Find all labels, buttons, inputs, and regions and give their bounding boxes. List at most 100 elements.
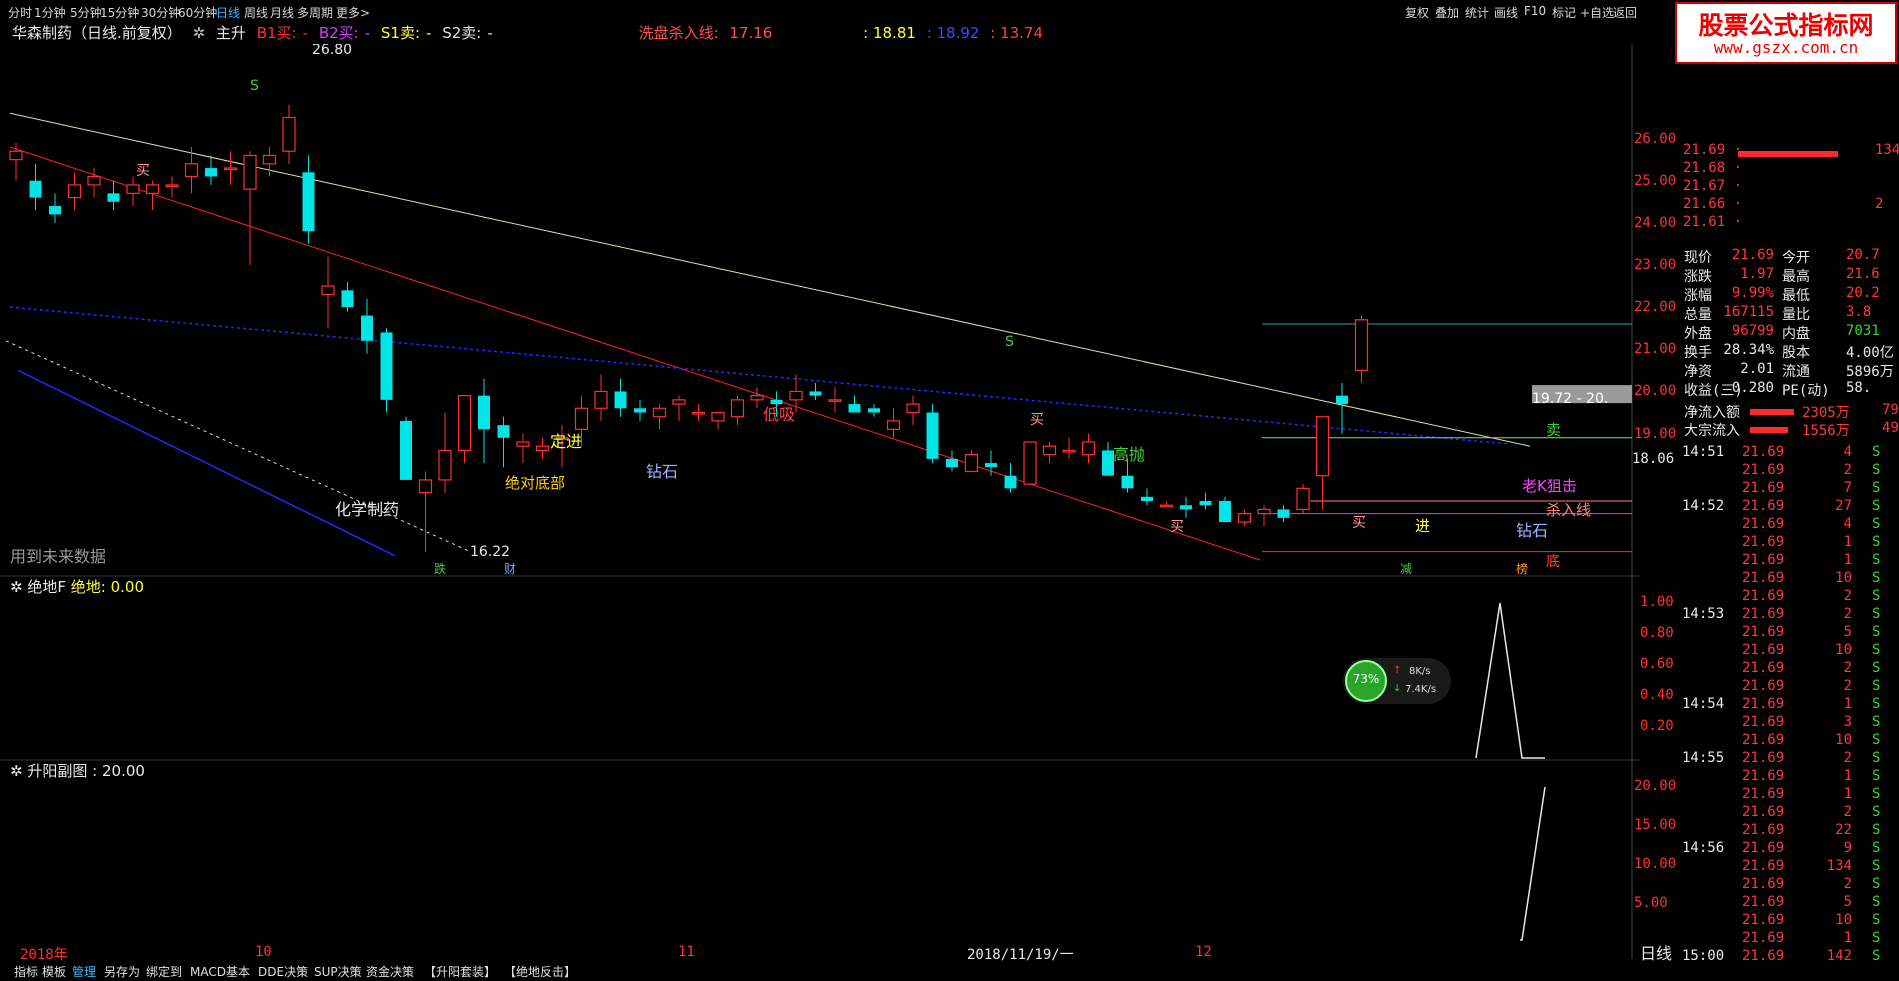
order-price: 21.68 [1683,160,1726,176]
quote-value: 7031 [1846,323,1880,339]
tool-button[interactable]: 画线 [1494,4,1518,21]
network-speed-widget[interactable]: 73% ↑ 8K/s ↓ 7.4K/s [1343,658,1451,704]
tick-price: 21.69 [1742,732,1785,748]
tick-side: S [1872,534,1881,550]
tick-vol: 2 [1843,462,1852,478]
period-tab[interactable]: 30分钟 [141,4,180,21]
buy-signal: 买 [1170,519,1184,535]
period-tab[interactable]: 更多> [336,4,370,21]
indicator-tab[interactable]: 绑定到 [146,963,182,980]
tool-button[interactable]: 返回 [1613,4,1637,21]
absolute-bottom-label: 绝对底部 [505,474,565,492]
tool-button[interactable]: 复权 [1405,4,1429,21]
tick-price: 21.69 [1742,786,1785,802]
indicator-tab[interactable]: 【绝地反击】 [504,963,576,980]
quote-row: 总量 167115 量比 3.8 [1684,304,1899,324]
sub1-tick-label: 0.40 [1640,687,1674,703]
period-tab[interactable]: 月线 [270,4,294,21]
order-vol: 2 [1875,196,1884,212]
quote-value: 96799 [1731,323,1774,339]
period-toolbar: 分时 1分钟 5分钟 15分钟 30分钟 60分钟 日线 周线 月线 多周期 更多> 复权 叠加 统计 画线… [0,0,1899,22]
tick-vol: 22 [1835,822,1852,838]
tool-button[interactable]: 叠加 [1435,4,1459,21]
quote-row: 外盘 96799 内盘 7031 [1684,323,1899,343]
quote-value: 28.34% [1723,342,1774,358]
tick-time: 14:56 [1682,840,1725,856]
order-volume-bar [1738,151,1838,157]
tick-row: 14:53 21.69 2 S [1682,606,1880,622]
order-price: 21.67 [1683,178,1726,194]
tick-vol: 5 [1843,624,1852,640]
settings-icon[interactable]: ✲ [10,578,27,596]
period-tab[interactable]: 日线 [216,4,240,21]
buy-signal: 买 [136,163,150,179]
quote-label: PE(动) [1782,383,1830,399]
tick-vol: 10 [1835,912,1852,928]
settings-icon[interactable]: ✲ [193,24,206,42]
period-tab[interactable]: 多周期 [297,4,333,21]
candle [1023,441,1037,485]
indicator-tab[interactable]: 指标 [14,963,38,980]
candle [262,154,277,165]
tick-price: 21.69 [1742,840,1785,856]
s2-label: S2卖: [442,24,482,42]
tick-time: 14:55 [1682,750,1725,766]
candle [946,458,958,468]
indicator-tab[interactable]: 管理 [72,963,96,980]
indicator-tab[interactable]: 模板 [42,963,66,980]
period-tab[interactable]: 周线 [244,4,268,21]
order-dot: · [1725,178,1743,194]
flow-value: 2305万 [1802,405,1850,421]
tick-vol: 2 [1843,876,1852,892]
candle [1081,441,1096,456]
tool-button[interactable]: +自选 [1580,4,1614,21]
indicator-name[interactable]: 主升 [216,24,246,42]
price-range-label: 19.72 - 20. [1532,391,1608,407]
candle [770,399,783,405]
tick-price: 21.69 [1742,588,1785,604]
indicator-tab[interactable]: MACD基本 [190,963,250,980]
indicator-tab[interactable]: 资金决策 [366,963,414,980]
tick-side: S [1872,678,1881,694]
period-tab[interactable]: 5分钟 [70,4,102,21]
tick-side: S [1872,894,1881,910]
candle [828,399,842,402]
candle [418,479,433,494]
stock-title: 华森制药（日线.前复权） [12,24,182,42]
candle [438,449,452,481]
order-book-row: 21.69 ·1344 [1683,142,1899,158]
indicator-tab[interactable]: 【升阳套装】 [424,963,496,980]
watermark-title: 股票公式指标网 [1698,11,1874,40]
tick-side: S [1872,822,1881,838]
indicator-tab[interactable]: SUP决策 [314,963,362,980]
industry-label: 化学制药 [335,500,399,519]
settings-icon[interactable]: ✲ [10,762,27,780]
tick-price: 21.69 [1742,876,1785,892]
period-tab[interactable]: 60分钟 [178,4,217,21]
tool-button[interactable]: 标记 [1552,4,1576,21]
tool-button[interactable]: 统计 [1465,4,1489,21]
tick-row: 14:55 21.69 2 S [1682,750,1880,766]
candle [594,390,608,409]
legend-v1: : 18.81 [863,24,916,42]
period-tab[interactable]: 15分钟 [100,4,139,21]
tool-button[interactable]: F10 [1524,4,1546,18]
chart-legend: 华森制药（日线.前复权） ✲ 主升 B1买: - B2买: - S1卖: - S2卖:… [12,24,1043,42]
sell-signal: S [250,78,259,94]
blue-dotted-line [9,306,1511,445]
sub2-tick-label: 20.00 [1634,778,1677,794]
indicator-tab[interactable]: 另存为 [104,963,140,980]
period-indicator[interactable]: 日线 [1640,940,1672,964]
buy-signal: 买 [1030,412,1044,428]
indicator-tab[interactable]: DDE决策 [258,963,308,980]
quote-label: 现价 [1684,250,1712,266]
price-chart[interactable]: 26.8016.22化学制药用到未来数据买SS低吸钻石钻石定进绝对底部高抛进老K… [0,44,1640,959]
tick-vol: 7 [1843,480,1852,496]
quote-panel: 21.69 ·134421.68 ·21.67 ·21.66 ·221.61 ·… [1678,72,1899,981]
legend-v2: : 18.92 [926,24,980,42]
period-tab[interactable]: 分时 [8,4,32,21]
speed-up: 8K/s [1409,666,1431,677]
period-tab[interactable]: 1分钟 [34,4,66,21]
low-label: 16.22 [470,544,510,560]
candle [1219,501,1231,523]
